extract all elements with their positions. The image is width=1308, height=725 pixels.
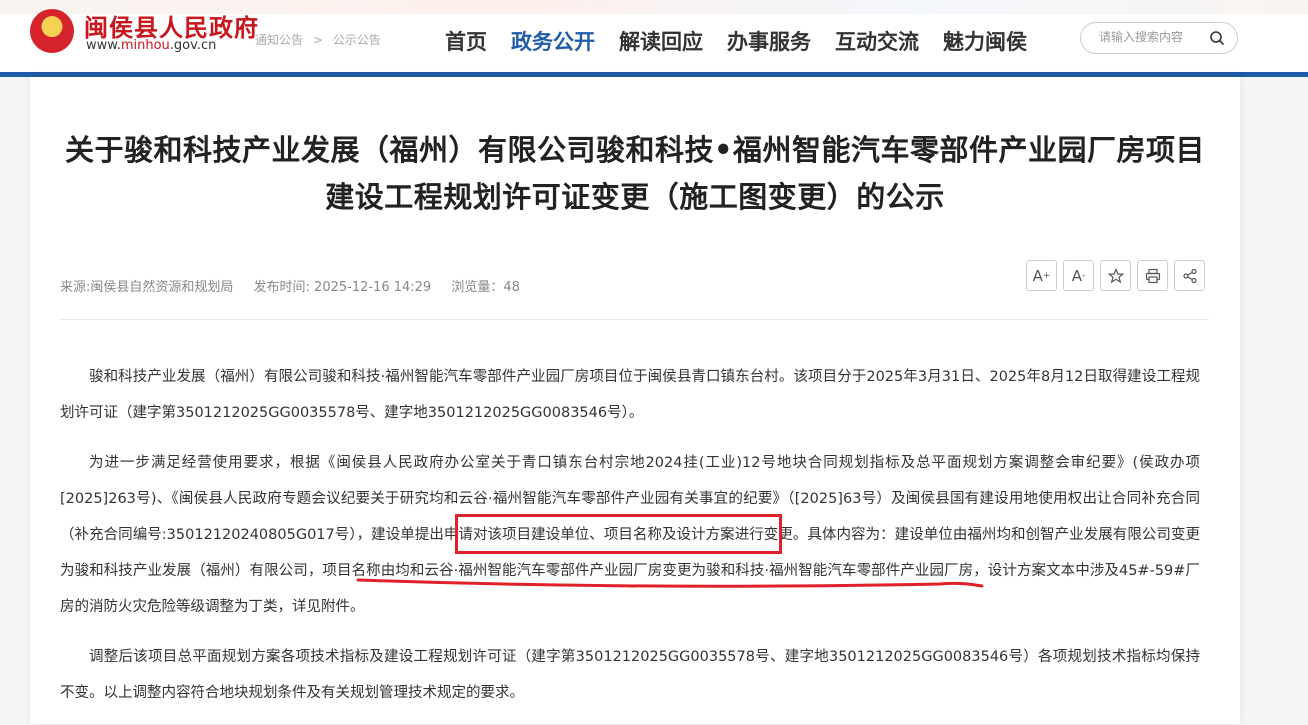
printer-icon <box>1145 268 1160 283</box>
annotation-red-box <box>455 514 782 554</box>
nav-item-interaction[interactable]: 互动交流 <box>835 26 919 56</box>
breadcrumb-separator: > <box>312 33 323 47</box>
print-button[interactable] <box>1137 260 1168 291</box>
nav-item-charm-minhou[interactable]: 魅力闽侯 <box>943 26 1027 56</box>
article-card: 关于骏和科技产业发展（福州）有限公司骏和科技•福州智能汽车零部件产业园厂房项目 … <box>30 77 1240 724</box>
breadcrumb: 通知公告 > 公示公告 <box>255 31 387 48</box>
article-publish-time: 发布时间: 2025-12-16 14:29 <box>253 280 432 295</box>
article-tools: A + A- <box>1026 260 1205 291</box>
article-views: 浏览量：48 <box>451 280 520 295</box>
search-icon[interactable] <box>1209 30 1225 46</box>
article-meta: 来源:闽侯县自然资源和规划局 发布时间: 2025-12-16 14:29 浏览… <box>60 276 536 295</box>
breadcrumb-item[interactable]: 通知公告 <box>255 33 303 47</box>
favorite-button[interactable] <box>1100 260 1131 291</box>
article-paragraph: 骏和科技产业发展（福州）有限公司骏和科技·福州智能汽车零部件产业园厂房项目位于闽… <box>60 369 1200 421</box>
article-source: 来源:闽侯县自然资源和规划局 <box>60 280 234 295</box>
article-title: 关于骏和科技产业发展（福州）有限公司骏和科技•福州智能汽车零部件产业园厂房项目 … <box>64 133 1206 214</box>
font-decrease-button[interactable]: A- <box>1063 260 1094 291</box>
main-nav: 首页 政务公开 解读回应 办事服务 互动交流 魅力闽侯 <box>445 26 1051 56</box>
search-box <box>1080 22 1238 54</box>
nav-item-interpretation[interactable]: 解读回应 <box>619 26 703 56</box>
article-paragraph: 调整后该项目总平面规划方案各项技术指标及建设工程规划许可证（建字第3501212… <box>60 649 1200 701</box>
search-input[interactable] <box>1097 29 1201 45</box>
font-increase-button[interactable]: A + <box>1026 260 1057 291</box>
star-icon <box>1107 267 1124 283</box>
breadcrumb-item[interactable]: 公示公告 <box>333 33 381 47</box>
meta-divider <box>60 319 1209 320</box>
national-emblem-logo[interactable]: ★ <box>30 9 74 53</box>
nav-item-home[interactable]: 首页 <box>445 26 487 56</box>
nav-item-government-affairs[interactable]: 政务公开 <box>511 26 595 56</box>
site-header: ★ 闽侯县人民政府 www.minhou.gov.cn 通知公告 > 公示公告 … <box>0 0 1308 72</box>
share-button[interactable] <box>1174 260 1205 291</box>
nav-item-services[interactable]: 办事服务 <box>727 26 811 56</box>
share-icon <box>1182 268 1197 283</box>
site-url: www.minhou.gov.cn <box>86 38 217 53</box>
